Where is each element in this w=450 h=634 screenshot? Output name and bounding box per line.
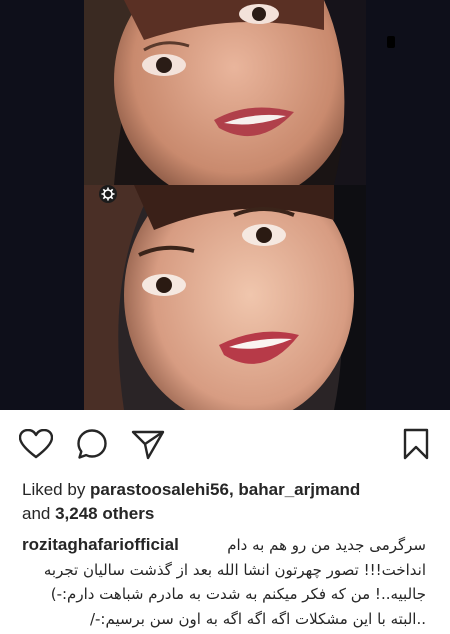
aged-portrait-photo — [84, 0, 366, 185]
likes-separator: , — [228, 480, 239, 499]
comment-button[interactable] — [74, 426, 110, 462]
like-button[interactable] — [18, 426, 54, 462]
liker-username-1[interactable]: parastoosalehi56 — [90, 480, 229, 499]
bookmark-icon — [403, 428, 429, 460]
likes-prefix: Liked by — [22, 480, 91, 499]
post-action-bar — [0, 422, 450, 470]
heart-icon — [19, 429, 53, 459]
comment-bubble-icon — [77, 429, 107, 459]
share-button[interactable] — [130, 426, 166, 462]
young-portrait-photo — [84, 185, 366, 410]
paper-plane-icon — [131, 430, 165, 460]
post-caption: سرگرمی جدید من رو هم به دام انداخت!!! تص… — [6, 533, 426, 631]
caption-line-4: ..البته با این مشکلات اگه اگه اگه به اون… — [89, 609, 426, 628]
save-button[interactable] — [398, 426, 434, 462]
dark-mark — [387, 36, 395, 48]
caption-line-1: سرگرمی جدید من رو هم به دام — [227, 536, 426, 554]
likes-others-count[interactable]: 3,248 others — [55, 504, 154, 523]
caption-line-3: جالبیه..! من که فکر میکنم به شدت به مادر… — [50, 585, 426, 603]
post-image[interactable] — [0, 0, 450, 410]
liker-username-2[interactable]: bahar_arjmand — [238, 480, 360, 499]
caption-line-2: انداخت!!! تصور چهرتون انشا الله بعد از گ… — [43, 560, 426, 579]
likes-summary: Liked by parastoosalehi56, bahar_arjmand… — [22, 478, 442, 526]
gear-badge-icon — [99, 185, 117, 203]
likes-and: and — [22, 504, 56, 523]
